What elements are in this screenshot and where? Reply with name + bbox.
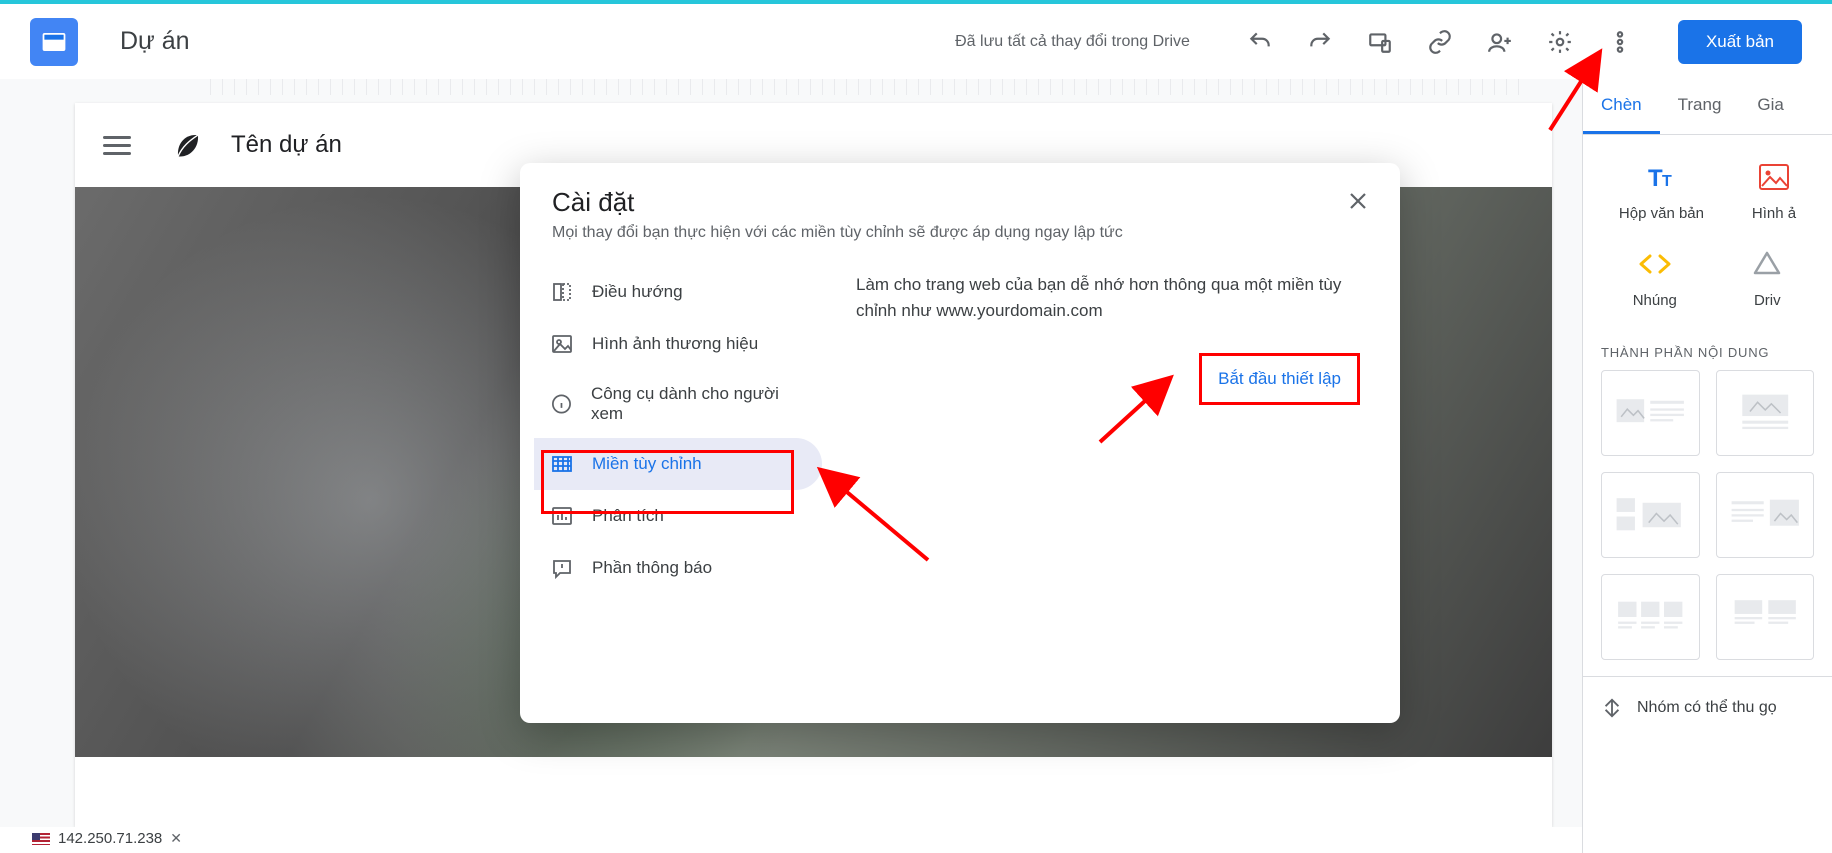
insert-label: Hộp văn bản [1619, 205, 1704, 222]
domain-icon [550, 452, 574, 476]
settings-dialog: Cài đặt Mọi thay đổi bạn thực hiện với c… [520, 163, 1400, 723]
hamburger-icon[interactable] [103, 131, 131, 159]
settings-gear-icon[interactable] [1536, 18, 1584, 66]
ip-address: 142.250.71.238 [58, 830, 162, 847]
settings-nav-label: Miền tùy chỉnh [592, 454, 702, 474]
embed-icon [1633, 246, 1677, 282]
settings-nav-announcement[interactable]: Phần thông báo [534, 542, 822, 594]
redo-button[interactable] [1296, 18, 1344, 66]
settings-nav-label: Điều hướng [592, 282, 683, 302]
tab-insert[interactable]: Chèn [1583, 79, 1660, 134]
layout-option[interactable] [1716, 472, 1815, 558]
save-status: Đã lưu tất cả thay đổi trong Drive [955, 33, 1190, 51]
settings-nav-label: Hình ảnh thương hiệu [592, 334, 758, 354]
layout-grid [1583, 370, 1832, 660]
insert-label: Hình ả [1752, 205, 1796, 222]
textbox-icon: TT [1619, 159, 1704, 195]
undo-button[interactable] [1236, 18, 1284, 66]
collapsible-group[interactable]: Nhóm có thể thu gọ [1583, 676, 1832, 739]
settings-nav-label: Phần thông báo [592, 558, 712, 578]
sites-app-icon[interactable] [30, 18, 78, 66]
image-icon [1752, 159, 1796, 195]
tab-themes[interactable]: Gia [1739, 79, 1801, 134]
settings-nav-brand[interactable]: Hình ảnh thương hiệu [534, 318, 822, 370]
svg-text:T: T [1648, 165, 1663, 190]
svg-text:T: T [1662, 173, 1672, 190]
drive-icon [1752, 246, 1782, 282]
content-section-title: THÀNH PHẦN NỘI DUNG [1583, 333, 1832, 370]
right-panel: Chèn Trang Gia TT Hộp văn bản Hình ả Nhú… [1582, 79, 1832, 853]
app-toolbar: Dự án Đã lưu tất cả thay đổi trong Drive… [0, 4, 1832, 79]
layout-option[interactable] [1601, 574, 1700, 660]
dialog-title: Cài đặt [552, 187, 1368, 218]
right-panel-tabs: Chèn Trang Gia [1583, 79, 1832, 135]
status-bar: 142.250.71.238 ✕ [32, 830, 182, 847]
insert-label: Driv [1752, 292, 1782, 309]
settings-sidebar: Điều hướng Hình ảnh thương hiệu Công cụ … [520, 254, 828, 723]
settings-nav-label: Công cụ dành cho người xem [591, 384, 806, 424]
layout-option[interactable] [1601, 472, 1700, 558]
insert-drive[interactable]: Driv [1752, 246, 1782, 309]
collapse-label: Nhóm có thể thu gọ [1637, 699, 1777, 717]
settings-nav-navigation[interactable]: Điều hướng [534, 266, 822, 318]
settings-nav-label: Phân tích [592, 506, 664, 526]
document-title[interactable]: Dự án [120, 27, 190, 56]
insert-embed[interactable]: Nhúng [1633, 246, 1677, 309]
layout-option[interactable] [1716, 370, 1815, 456]
link-button[interactable] [1416, 18, 1464, 66]
image-icon [550, 332, 574, 356]
info-icon [550, 392, 573, 416]
layout-option[interactable] [1601, 370, 1700, 456]
settings-description: Làm cho trang web của bạn dễ nhớ hơn thô… [856, 272, 1360, 325]
insert-textbox[interactable]: TT Hộp văn bản [1619, 159, 1704, 222]
insert-image[interactable]: Hình ả [1752, 159, 1796, 222]
insert-label: Nhúng [1633, 292, 1677, 309]
share-button[interactable] [1476, 18, 1524, 66]
ruler [210, 79, 1522, 95]
collapse-icon [1601, 697, 1623, 719]
start-setup-button[interactable]: Bắt đầu thiết lập [1199, 353, 1360, 405]
dialog-subtitle: Mọi thay đổi bạn thực hiện với các miền … [552, 224, 1368, 242]
flag-icon [32, 833, 50, 845]
settings-nav-analytics[interactable]: Phân tích [534, 490, 822, 542]
more-menu-icon[interactable] [1596, 18, 1644, 66]
site-logo-leaf-icon [171, 128, 205, 162]
close-icon[interactable] [1342, 185, 1374, 217]
site-title[interactable]: Tên dự án [231, 131, 342, 159]
publish-button[interactable]: Xuất bản [1678, 20, 1802, 64]
settings-nav-custom-domain[interactable]: Miền tùy chỉnh [534, 438, 822, 490]
announcement-icon [550, 556, 574, 580]
layout-option[interactable] [1716, 574, 1815, 660]
navigation-icon [550, 280, 574, 304]
preview-button[interactable] [1356, 18, 1404, 66]
settings-nav-viewer[interactable]: Công cụ dành cho người xem [534, 370, 822, 438]
tab-pages[interactable]: Trang [1660, 79, 1740, 134]
settings-content: Làm cho trang web của bạn dễ nhớ hơn thô… [828, 254, 1400, 723]
close-status-icon[interactable]: ✕ [170, 830, 182, 847]
analytics-icon [550, 504, 574, 528]
